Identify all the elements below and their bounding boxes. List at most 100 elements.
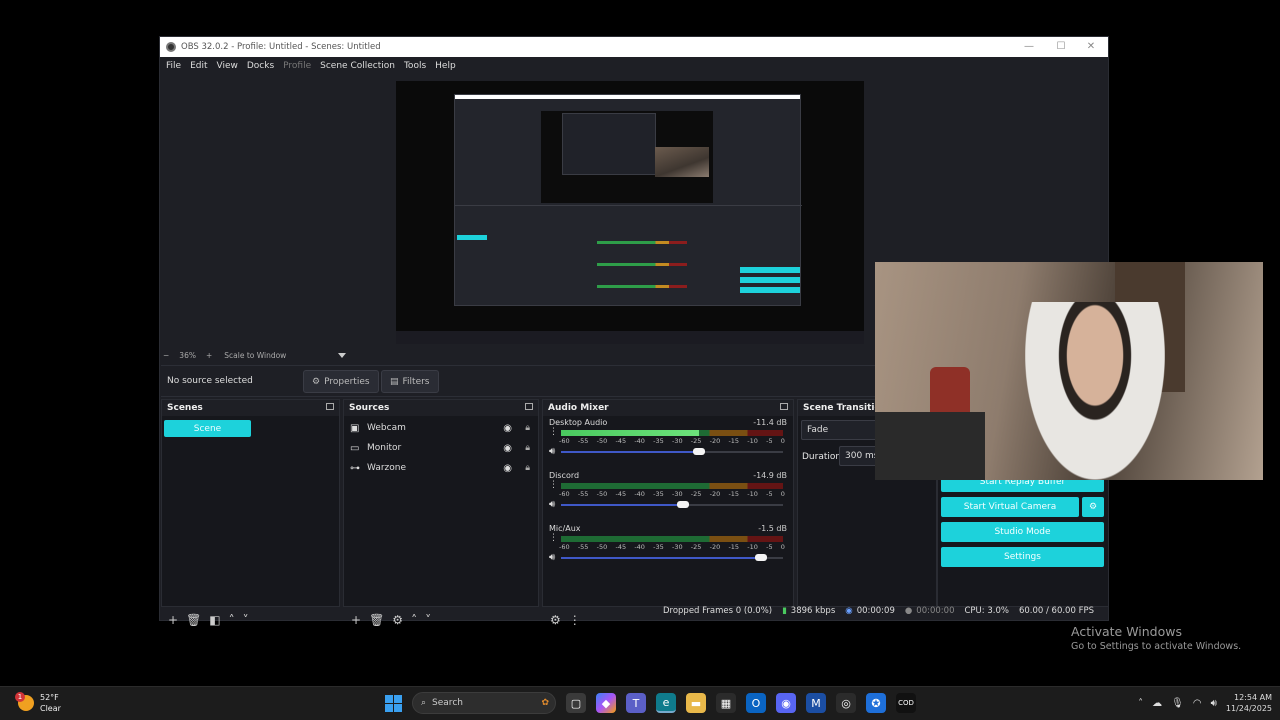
meter-tick-label: -5	[766, 490, 773, 498]
webcam-window[interactable]	[875, 262, 1263, 480]
task-view-icon[interactable]: ▢	[566, 693, 586, 713]
chevron-up-icon[interactable]: ˄	[1138, 698, 1143, 709]
file-explorer-icon[interactable]: ▬	[686, 693, 706, 713]
slider-knob[interactable]	[754, 554, 767, 561]
start-virtual-camera-button[interactable]: Start Virtual Camera	[941, 497, 1079, 517]
wifi-icon[interactable]: ◠	[1193, 698, 1202, 709]
meter-tick-label: -25	[690, 543, 702, 551]
speaker-icon[interactable]: 🔊︎	[549, 552, 555, 563]
source-row[interactable]: ⊶ Warzone ◉ 🔒︎	[344, 458, 538, 478]
source-name: Warzone	[367, 463, 407, 473]
cod-icon[interactable]: COD	[896, 693, 916, 713]
menu-view[interactable]: View	[217, 61, 238, 71]
webcam-overlay-preview	[716, 177, 858, 257]
source-row[interactable]: ▣ Webcam ◉ 🔒︎	[344, 418, 538, 438]
volume-icon[interactable]: 🔊︎	[1211, 698, 1217, 709]
zoom-in-button[interactable]: +	[206, 351, 212, 360]
weather-widget[interactable]: 1 52°F Clear	[15, 692, 61, 714]
search-highlight-icon: ✿	[541, 698, 549, 708]
sources-header: Sources	[344, 400, 538, 416]
meter-tick-label: -15	[728, 490, 740, 498]
menu-scene-collection[interactable]: Scene Collection	[320, 61, 395, 71]
obs-logo-icon	[166, 42, 176, 52]
visibility-eye-icon[interactable]: ◉	[503, 463, 512, 474]
channel-menu-icon[interactable]: ⋮	[549, 534, 558, 543]
outlook-icon[interactable]: O	[746, 693, 766, 713]
meter-ticks: -60 -55 -50 -45 -40 -35 -30 -25 -20 -15 -10 -5 0	[559, 490, 785, 498]
channel-menu-icon[interactable]: ⋮	[549, 481, 558, 490]
program-preview[interactable]	[396, 81, 864, 344]
meter-tick-label: -25	[690, 437, 702, 445]
battlenet-icon[interactable]: ✪	[866, 693, 886, 713]
speaker-icon[interactable]: 🔊︎	[549, 499, 555, 510]
copilot-icon[interactable]: ◆	[596, 693, 616, 713]
camera-icon: ▣	[350, 422, 360, 434]
meter-tick-label: -20	[709, 543, 721, 551]
visibility-eye-icon[interactable]: ◉	[503, 443, 512, 454]
meter-tick-label: -40	[634, 543, 645, 551]
stream-icon: ◉	[845, 606, 853, 616]
virtual-camera-settings-button[interactable]: ⚙	[1082, 497, 1104, 517]
monitor-icon: ▭	[350, 442, 360, 454]
search-placeholder: Search	[432, 698, 463, 708]
channel-menu-icon[interactable]: ⋮	[549, 428, 558, 437]
meter-ticks: -60 -55 -50 -45 -40 -35 -30 -25 -20 -15 -10 -5 0	[559, 543, 785, 551]
visibility-eye-icon[interactable]: ◉	[503, 423, 512, 434]
chevron-down-icon[interactable]	[338, 353, 347, 358]
meter-tick-label: -40	[634, 490, 645, 498]
volume-slider[interactable]	[561, 448, 783, 455]
menu-tools[interactable]: Tools	[404, 61, 426, 71]
microphone-icon[interactable]: 🎙︎	[1171, 698, 1184, 709]
scenes-header: Scenes	[162, 400, 339, 416]
close-button[interactable]: ✕	[1076, 37, 1106, 57]
menu-docks[interactable]: Docks	[247, 61, 274, 71]
meter-tick-label: 0	[780, 437, 785, 445]
undock-icon[interactable]	[780, 403, 788, 410]
menu-file[interactable]: File	[166, 61, 181, 71]
speaker-icon[interactable]: 🔊︎	[549, 446, 555, 457]
window-title: OBS 32.0.2 - Profile: Untitled - Scenes:…	[181, 42, 381, 52]
source-row[interactable]: ▭ Monitor ◉ 🔒︎	[344, 438, 538, 458]
lock-icon[interactable]: 🔒︎	[525, 463, 530, 473]
discord-icon[interactable]: ◉	[776, 693, 796, 713]
zoom-out-button[interactable]: −	[163, 351, 169, 360]
clock-time: 12:54 AM	[1234, 693, 1272, 702]
notification-badge: 1	[15, 692, 25, 702]
chair	[875, 412, 985, 480]
menu-profile[interactable]: Profile	[283, 61, 311, 71]
start-windows-icon[interactable]	[385, 694, 402, 712]
menu-edit[interactable]: Edit	[190, 61, 207, 71]
properties-button[interactable]: ⚙ Properties	[303, 370, 379, 393]
scene-item[interactable]: Scene	[164, 420, 251, 437]
studio-mode-button[interactable]: Studio Mode	[941, 522, 1104, 542]
volume-slider[interactable]	[561, 501, 783, 508]
lock-icon[interactable]: 🔒︎	[525, 423, 530, 433]
taskbar-search[interactable]: ⌕ Search ✿	[412, 692, 556, 714]
lock-icon[interactable]: 🔒︎	[525, 443, 530, 453]
minimize-button[interactable]: —	[1014, 37, 1044, 57]
weather-desc: Clear	[40, 704, 61, 713]
slider-knob[interactable]	[677, 501, 690, 508]
meter-ticks: -60 -55 -50 -45 -40 -35 -30 -25 -20 -15 -10 -5 0	[559, 437, 785, 445]
scenes-dock: Scenes Scene	[161, 399, 340, 607]
undock-icon[interactable]	[326, 403, 334, 410]
scale-to-window-select[interactable]: Scale to Window	[224, 351, 286, 360]
meter-tick-label: -5	[766, 543, 773, 551]
taskbar-apps: ⌕ Search ✿ ▢ ◆ T e ▬ ▦ O ◉ M ◎ ✪ COD	[385, 692, 916, 714]
undock-icon[interactable]	[525, 403, 533, 410]
cloud-icon[interactable]: ☁	[1152, 698, 1162, 709]
menu-help[interactable]: Help	[435, 61, 456, 71]
filters-button[interactable]: ▤ Filters	[381, 370, 439, 393]
filter-icon: ▤	[390, 376, 399, 387]
edge-icon[interactable]: e	[656, 693, 676, 713]
clock[interactable]: 12:54 AM 11/24/2025	[1226, 692, 1272, 714]
volume-slider[interactable]	[561, 554, 783, 561]
obs-taskbar-icon[interactable]: ◎	[836, 693, 856, 713]
maximize-button[interactable]: ☐	[1046, 37, 1076, 57]
app-m-icon[interactable]: M	[806, 693, 826, 713]
settings-button[interactable]: Settings	[941, 547, 1104, 567]
dropped-frames: Dropped Frames 0 (0.0%)	[662, 606, 773, 616]
slider-knob[interactable]	[692, 448, 705, 455]
teams-icon[interactable]: T	[626, 693, 646, 713]
store-icon[interactable]: ▦	[716, 693, 736, 713]
